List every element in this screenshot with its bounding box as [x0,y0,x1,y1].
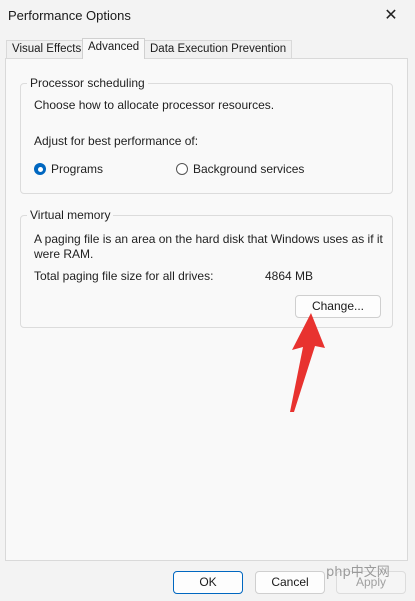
processor-scheduling-legend: Processor scheduling [27,76,148,90]
background-services-radio[interactable] [176,163,188,175]
title-bar: Performance Options ✕ [0,0,415,34]
adjust-label: Adjust for best performance of: [34,134,199,148]
virtual-memory-description-line1: A paging file is an area on the hard dis… [34,232,383,246]
dialog-footer: OK Cancel Apply php中文网 [0,561,415,601]
ok-button[interactable]: OK [173,571,243,594]
close-icon[interactable]: ✕ [381,6,401,26]
virtual-memory-legend: Virtual memory [27,208,114,222]
annotation-arrow-icon [290,313,325,412]
tab-visual-effects[interactable]: Visual Effects [6,40,88,58]
programs-radio[interactable] [34,163,46,175]
watermark-logo: php中文网 [326,561,390,580]
advanced-tab-panel: Processor scheduling Choose how to alloc… [5,58,408,561]
cancel-button[interactable]: Cancel [255,571,325,594]
virtual-memory-description-line2: were RAM. [34,247,94,261]
window-title: Performance Options [8,8,131,23]
watermark-text: php [326,565,351,580]
watermark-suffix: 中文网 [350,565,390,580]
total-paging-label: Total paging file size for all drives: [34,269,214,283]
programs-radio-label[interactable]: Programs [51,162,103,176]
background-services-radio-label[interactable]: Background services [193,162,304,176]
tab-advanced[interactable]: Advanced [82,38,146,59]
total-paging-value: 4864 MB [265,269,314,283]
tab-data-execution-prevention[interactable]: Data Execution Prevention [144,40,293,58]
processor-description: Choose how to allocate processor resourc… [34,98,275,112]
processor-scheduling-group: Processor scheduling Choose how to alloc… [20,76,393,194]
